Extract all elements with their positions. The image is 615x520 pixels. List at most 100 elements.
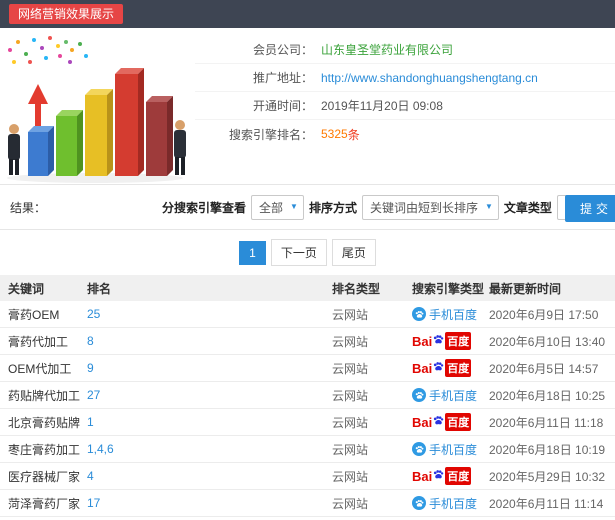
open-time-value: 2019年11月20日 09:08: [321, 99, 443, 113]
header-rank-type: 排名类型: [332, 281, 381, 296]
rank-type-cell: 云网站: [332, 415, 369, 430]
next-page-button[interactable]: 下一页: [270, 239, 327, 266]
info-row-url: 推广地址： http://www.shandonghuangshengtang.…: [195, 64, 615, 92]
baidu-paw-icon: [433, 469, 444, 480]
rank-count-unit: 条: [347, 127, 360, 142]
mobile-baidu-logo: 手机百度: [412, 387, 477, 404]
engine-cell: Bai 百度: [412, 467, 489, 485]
rank-cell[interactable]: 1,4,6: [87, 442, 332, 456]
rank-count-value: 5325: [321, 127, 348, 141]
table-body: 膏药OEM 25 云网站 手机百度 2020年6月9日 17:50 膏药代加工 …: [0, 301, 615, 517]
rank-type-cell: 云网站: [332, 334, 369, 349]
keyword-cell: 膏药OEM: [8, 307, 60, 322]
mobile-baidu-logo: 手机百度: [412, 306, 477, 323]
rank-cell[interactable]: 9: [87, 361, 332, 375]
update-time-cell: 2020年6月18日 10:19: [489, 442, 606, 457]
engine-cell: Bai 百度: [412, 413, 489, 431]
article-type-label: 文章类型: [503, 200, 552, 215]
keyword-cell: OEM代加工: [8, 361, 72, 376]
keyword-cell: 枣庄膏药加工: [8, 442, 81, 457]
update-time-cell: 2020年5月29日 10:32: [489, 469, 606, 484]
engine-select-value: 全部: [259, 200, 284, 215]
rank-cell[interactable]: 1: [87, 415, 332, 429]
mobile-baidu-logo: 手机百度: [412, 441, 477, 458]
header-update-time: 最新更新时间: [489, 281, 562, 296]
update-time-cell: 2020年6月10日 13:40: [489, 334, 606, 349]
update-time-cell: 2020年6月5日 14:57: [489, 361, 599, 376]
open-time-label: 开通时间：: [252, 99, 313, 113]
engine-cell: 手机百度: [412, 387, 489, 404]
page-title: 网络营销效果展示: [9, 3, 124, 25]
bar-chart-illustration: [7, 36, 186, 183]
engine-cell: Bai 百度: [412, 359, 489, 377]
baidu-logo: Bai 百度: [412, 332, 472, 350]
keyword-cell: 菏泽膏药厂家: [8, 496, 81, 511]
rank-count-label: 搜索引擎排名：: [228, 127, 313, 142]
baidu-paw-icon: [433, 415, 444, 426]
engine-select[interactable]: 全部 ▼: [251, 194, 304, 220]
result-label: 结果：: [10, 200, 47, 215]
info-row-rank-count: 搜索引擎排名： 5325 条: [195, 120, 615, 148]
page-1-button[interactable]: 1: [239, 240, 266, 265]
table-row: 膏药OEM 25 云网站 手机百度 2020年6月9日 17:50: [0, 301, 615, 328]
table-row: 膏药代加工 8 云网站 Bai 百度 2020年6月10日 13:40: [0, 328, 615, 355]
header-keyword: 关键词: [8, 281, 45, 296]
account-info-section: 会员公司： 山东皇圣堂药业有限公司 推广地址： http://www.shand…: [0, 28, 615, 185]
header-engine-type: 搜索引擎类型: [412, 281, 485, 296]
engine-cell: 手机百度: [412, 495, 489, 512]
sort-filter-label: 排序方式: [308, 200, 357, 215]
chevron-down-icon: ▼: [290, 202, 298, 211]
rank-cell[interactable]: 4: [87, 469, 332, 483]
businessman-right-figure: [174, 120, 186, 175]
chevron-down-icon: ▼: [485, 202, 493, 211]
table-row: 医疗器械厂家 4 云网站 Bai 百度 2020年5月29日 10:32: [0, 463, 615, 490]
filter-controls: 分搜索引擎查看 全部 ▼ 排序方式 关键词由短到长排序 ▼ 文章类型 全部 ▼: [162, 194, 610, 220]
rank-type-cell: 云网站: [332, 496, 369, 511]
update-time-cell: 2020年6月18日 10:25: [489, 388, 606, 403]
keyword-cell: 医疗器械厂家: [8, 469, 81, 484]
baidu-paw-icon: [412, 388, 426, 402]
rank-type-cell: 云网站: [332, 442, 369, 457]
info-rows: 会员公司： 山东皇圣堂药业有限公司 推广地址： http://www.shand…: [195, 28, 615, 184]
engine-cell: Bai 百度: [412, 332, 489, 350]
info-row-open-time: 开通时间： 2019年11月20日 09:08: [195, 92, 615, 120]
growth-arrow-icon: [28, 84, 48, 128]
rank-cell[interactable]: 17: [87, 496, 332, 510]
rank-cell[interactable]: 27: [87, 388, 332, 402]
baidu-paw-icon: [412, 496, 426, 510]
sort-select-value: 关键词由短到长排序: [369, 200, 478, 215]
table-row: 药贴牌代加工 27 云网站 手机百度 2020年6月18日 10:25: [0, 382, 615, 409]
rank-cell[interactable]: 8: [87, 334, 332, 348]
table-row: 枣庄膏药加工 1,4,6 云网站 手机百度 2020年6月18日 10:19: [0, 436, 615, 463]
keyword-cell: 药贴牌代加工: [8, 388, 81, 403]
rank-type-cell: 云网站: [332, 388, 369, 403]
table-row: 北京膏药贴牌 1 云网站 Bai 百度 2020年6月11日 11:18: [0, 409, 615, 436]
company-link[interactable]: 山东皇圣堂药业有限公司: [321, 41, 453, 58]
bars: [28, 68, 173, 176]
filter-bar: 结果： 分搜索引擎查看 全部 ▼ 排序方式 关键词由短到长排序 ▼ 文章类型 全…: [0, 185, 615, 230]
illustration: [0, 28, 195, 184]
submit-button[interactable]: 提交: [565, 195, 615, 222]
last-page-button[interactable]: 尾页: [331, 239, 376, 266]
pagination: 1 下一页 尾页: [0, 230, 615, 275]
update-time-cell: 2020年6月11日 11:14: [489, 496, 604, 511]
engine-cell: 手机百度: [412, 306, 489, 323]
url-label: 推广地址：: [252, 71, 313, 85]
top-bar: 网络营销效果展示: [0, 0, 615, 28]
update-time-cell: 2020年6月11日 11:18: [489, 415, 604, 430]
header-rank: 排名: [87, 281, 112, 296]
rank-cell[interactable]: 25: [87, 307, 332, 321]
sort-select[interactable]: 关键词由短到长排序 ▼: [361, 194, 499, 220]
businessman-left-figure: [8, 124, 20, 175]
mobile-baidu-logo: 手机百度: [412, 495, 477, 512]
rank-type-cell: 云网站: [332, 307, 369, 322]
promotion-url-link[interactable]: http://www.shandonghuangshengtang.cn: [321, 71, 538, 85]
baidu-logo: Bai 百度: [412, 413, 472, 431]
confetti-dots: [8, 36, 88, 64]
company-label: 会员公司：: [252, 43, 313, 57]
baidu-paw-icon: [433, 334, 444, 345]
table-header: 关键词 排名 排名类型 搜索引擎类型 最新更新时间: [0, 275, 615, 301]
keyword-cell: 北京膏药贴牌: [8, 415, 81, 430]
baidu-logo: Bai 百度: [412, 359, 472, 377]
rank-type-cell: 云网站: [332, 361, 369, 376]
